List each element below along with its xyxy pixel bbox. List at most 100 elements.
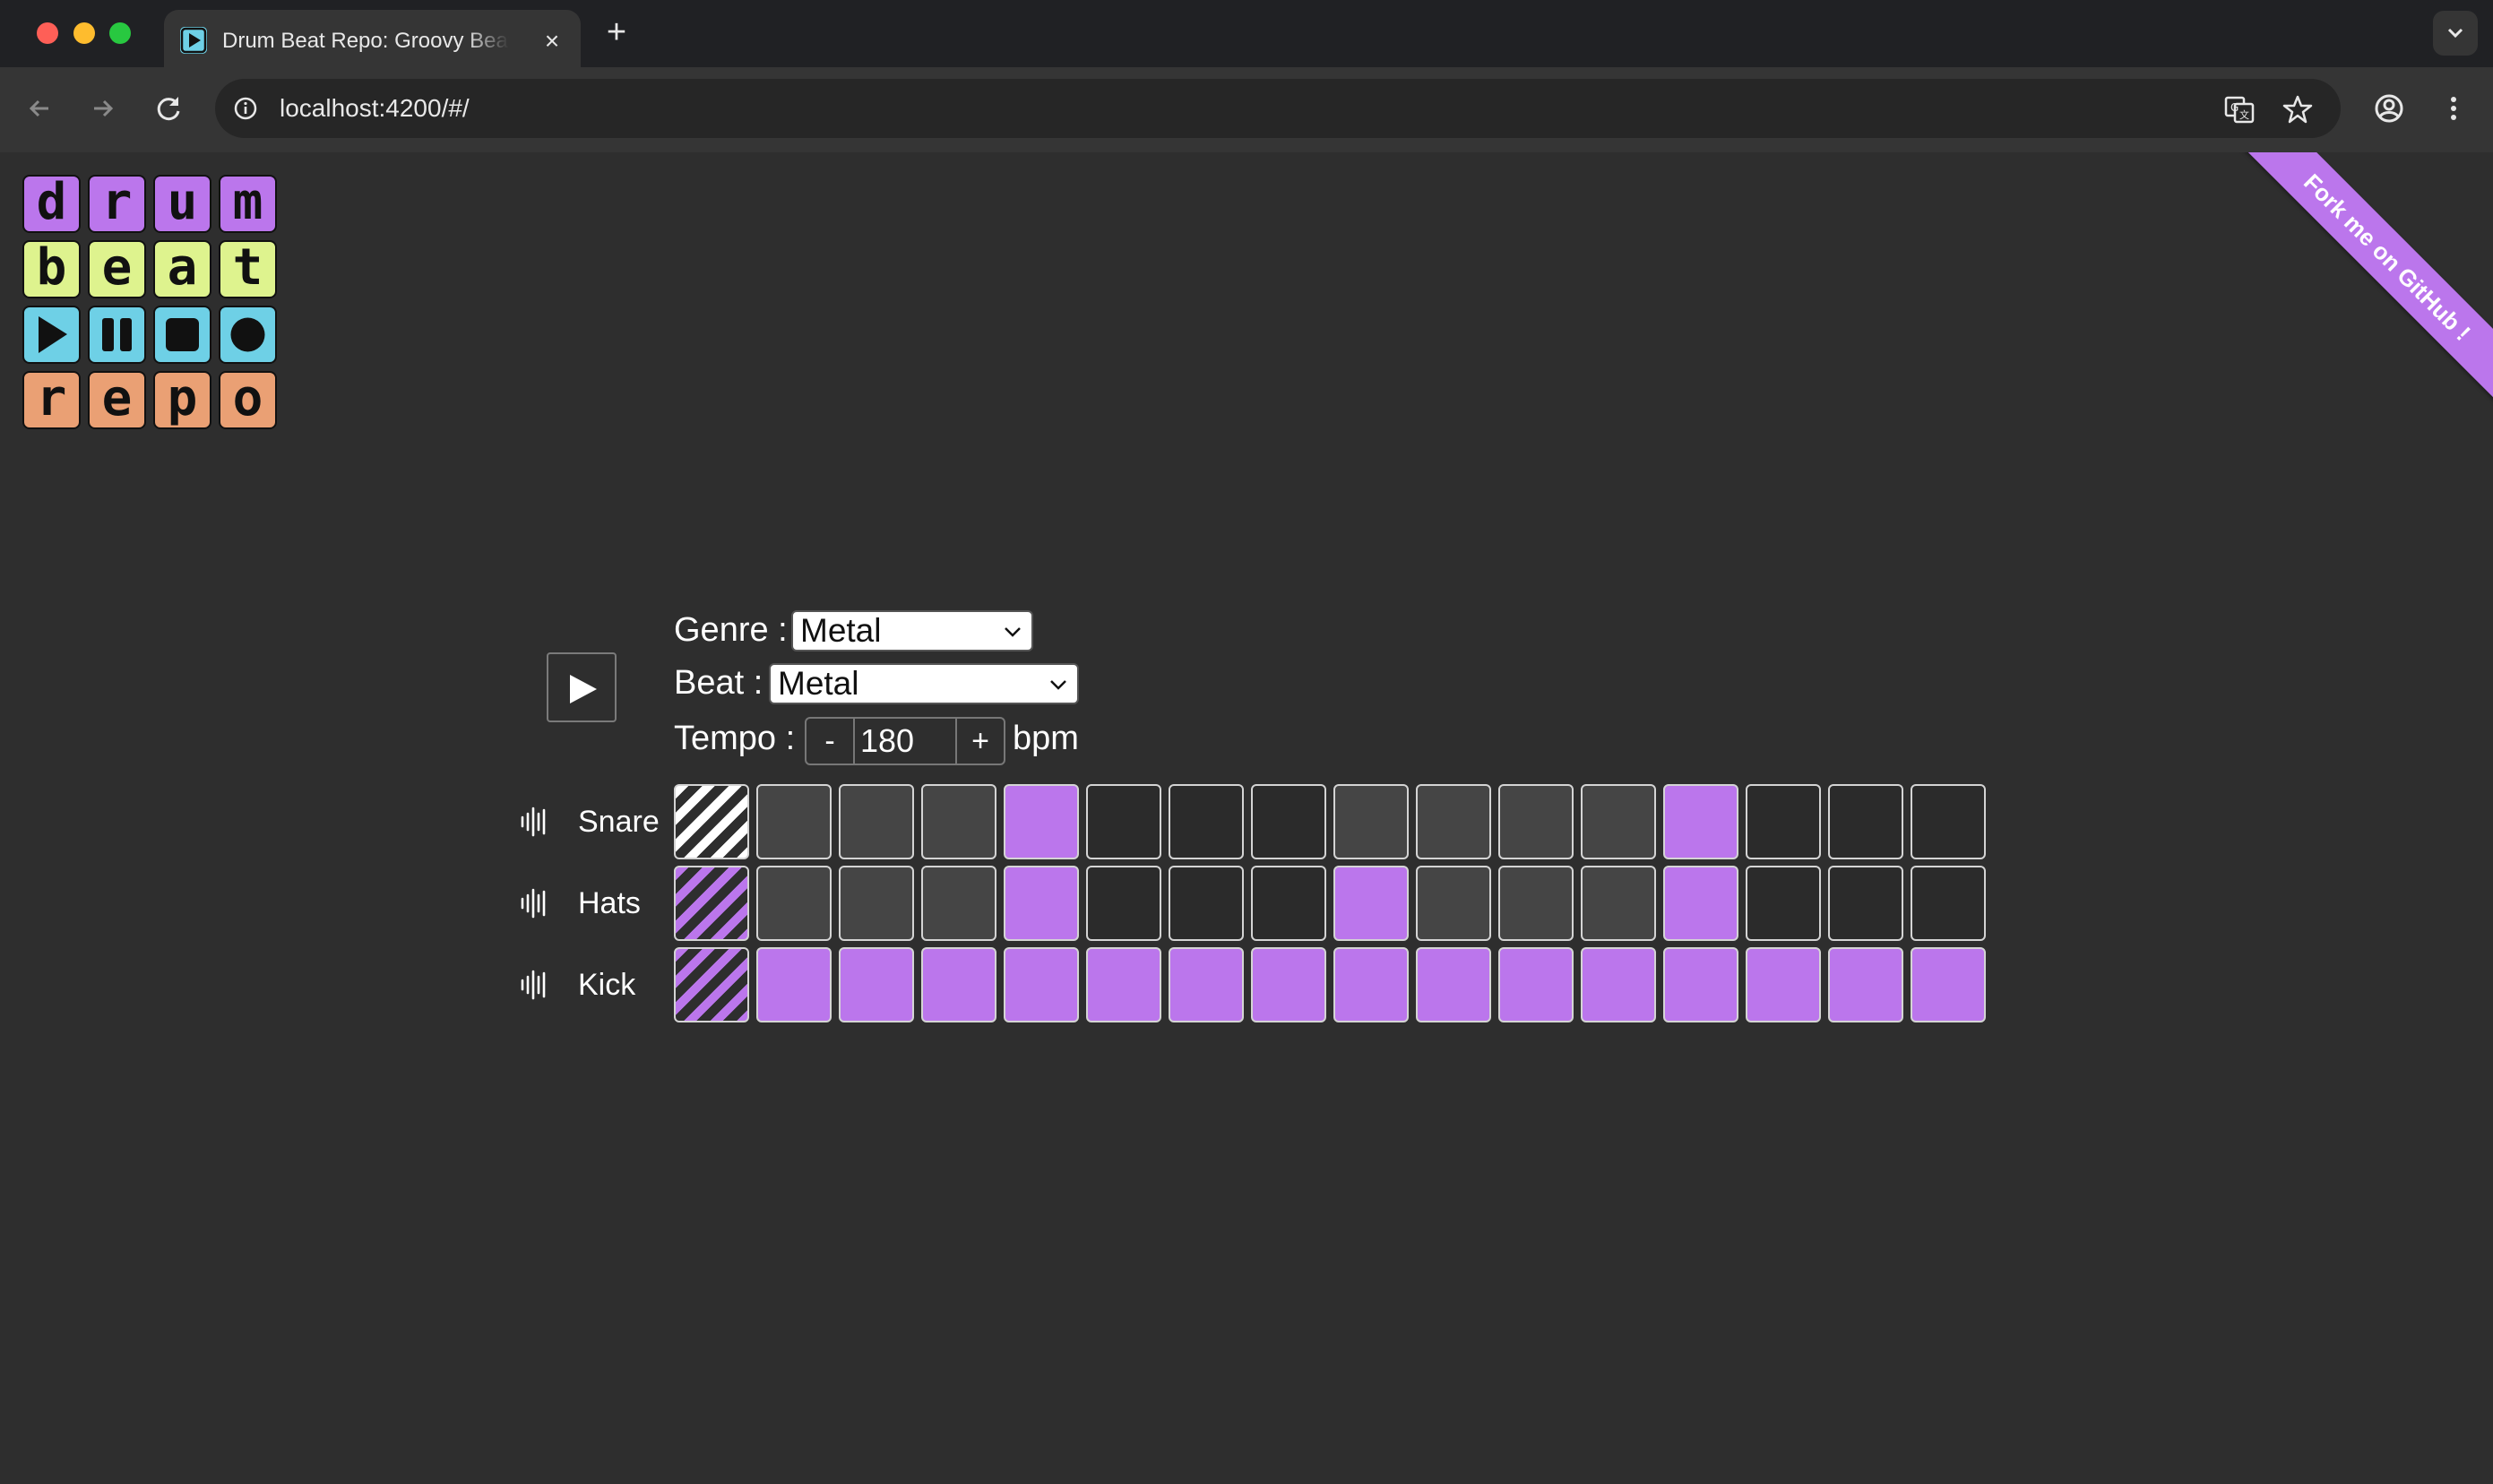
step-cell[interactable] [1746, 947, 1821, 1022]
github-ribbon-container: Fork me on GitHub ! [2224, 152, 2493, 412]
step-cell[interactable] [1004, 947, 1079, 1022]
logo-tile: e [88, 371, 146, 429]
step-cell[interactable] [1663, 866, 1738, 941]
close-window-button[interactable] [37, 22, 58, 44]
step-cell[interactable] [1086, 947, 1161, 1022]
step-cell[interactable] [1663, 947, 1738, 1022]
reload-icon [157, 97, 180, 121]
browser-tab[interactable]: Drum Beat Repo: Groovy Beats × [164, 10, 581, 67]
tempo-stepper: - 180 + [805, 717, 1005, 765]
step-cell[interactable] [756, 866, 832, 941]
step-cell[interactable] [1416, 866, 1491, 941]
step-cell[interactable] [756, 947, 832, 1022]
reload-button[interactable] [151, 91, 186, 126]
step-cell[interactable] [1746, 784, 1821, 859]
step-cell[interactable] [1581, 947, 1656, 1022]
step-cell[interactable] [1581, 784, 1656, 859]
play-button[interactable] [547, 652, 617, 722]
step-cell[interactable] [1416, 784, 1491, 859]
back-button[interactable] [22, 91, 57, 126]
step-cell[interactable] [1828, 784, 1903, 859]
genre-label: Genre : [674, 611, 788, 649]
step-cell[interactable] [1416, 947, 1491, 1022]
maximize-window-button[interactable] [109, 22, 131, 44]
step-cell[interactable] [756, 784, 832, 859]
step-cell[interactable] [1169, 866, 1244, 941]
stop-icon [153, 306, 211, 364]
step-cell[interactable] [1004, 784, 1079, 859]
logo-tile: p [153, 371, 211, 429]
record-icon [219, 306, 277, 364]
step-cell[interactable] [1581, 866, 1656, 941]
step-cell[interactable] [1169, 784, 1244, 859]
tab-close-icon[interactable]: × [539, 28, 565, 55]
waveform-icon[interactable] [520, 969, 547, 1001]
logo-tile: r [88, 175, 146, 233]
fork-me-ribbon[interactable]: Fork me on GitHub ! [2237, 152, 2493, 408]
step-cell[interactable] [1169, 947, 1244, 1022]
tempo-label: Tempo : [674, 720, 796, 757]
drum-beat-repo-logo[interactable]: d r u m b e a t r e p o [22, 175, 284, 436]
step-cell[interactable] [1333, 947, 1409, 1022]
forward-button[interactable] [85, 91, 121, 126]
tempo-unit: bpm [1013, 720, 1079, 757]
step-cell[interactable] [1911, 947, 1986, 1022]
step-cell[interactable] [1911, 866, 1986, 941]
step-cell[interactable] [1911, 784, 1986, 859]
tab-strip: Drum Beat Repo: Groovy Beats × + [0, 0, 2493, 67]
logo-tile: o [219, 371, 277, 429]
step-cell[interactable] [839, 866, 914, 941]
step-cell[interactable] [1498, 784, 1574, 859]
tempo-input[interactable]: 180 [855, 719, 957, 764]
tempo-increase-button[interactable]: + [955, 719, 1004, 764]
address-bar[interactable]: localhost:4200/#/ G文 [215, 79, 2341, 138]
step-cell[interactable] [921, 866, 996, 941]
pause-icon [88, 306, 146, 364]
step-cell[interactable] [1498, 866, 1574, 941]
waveform-icon[interactable] [520, 887, 547, 919]
step-cell[interactable] [921, 784, 996, 859]
profile-icon[interactable] [2371, 91, 2407, 126]
logo-tile: u [153, 175, 211, 233]
step-cell[interactable] [1251, 866, 1326, 941]
step-cell[interactable] [1746, 866, 1821, 941]
step-cell[interactable] [1828, 947, 1903, 1022]
tab-search-button[interactable] [2433, 11, 2478, 56]
step-cell[interactable] [1086, 784, 1161, 859]
step-cell[interactable] [1086, 866, 1161, 941]
beat-select[interactable]: Metal [769, 663, 1079, 704]
site-info-icon[interactable] [233, 96, 258, 121]
step-cell[interactable] [1663, 784, 1738, 859]
browser-chrome: Drum Beat Repo: Groovy Beats × + localho… [0, 0, 2493, 152]
waveform-icon[interactable] [520, 806, 547, 838]
url-text[interactable]: localhost:4200/#/ [280, 91, 470, 125]
step-cell[interactable] [1333, 866, 1409, 941]
arrow-left-icon [29, 99, 48, 117]
step-cell[interactable] [1828, 866, 1903, 941]
step-cell[interactable] [674, 866, 749, 941]
step-cell[interactable] [921, 947, 996, 1022]
minimize-window-button[interactable] [73, 22, 95, 44]
bookmark-star-icon[interactable] [2282, 93, 2314, 125]
beat-label: Beat : [674, 664, 763, 702]
logo-tile: m [219, 175, 277, 233]
step-cell[interactable] [1004, 866, 1079, 941]
step-cell[interactable] [1333, 784, 1409, 859]
tempo-decrease-button[interactable]: - [807, 719, 855, 764]
step-cell[interactable] [1251, 947, 1326, 1022]
step-cell[interactable] [1251, 784, 1326, 859]
step-cell[interactable] [1498, 947, 1574, 1022]
more-menu-icon[interactable] [2436, 91, 2471, 126]
step-cell[interactable] [674, 784, 749, 859]
genre-select[interactable]: Metal [791, 610, 1033, 651]
logo-tile: r [22, 371, 81, 429]
logo-tile: a [153, 240, 211, 298]
translate-icon[interactable]: G文 [2223, 93, 2256, 125]
track-name: Hats [578, 886, 641, 920]
play-icon [570, 675, 597, 703]
step-cell[interactable] [839, 784, 914, 859]
step-cell[interactable] [839, 947, 914, 1022]
step-cell[interactable] [674, 947, 749, 1022]
svg-text:G: G [2230, 101, 2239, 114]
new-tab-button[interactable]: + [600, 15, 633, 49]
